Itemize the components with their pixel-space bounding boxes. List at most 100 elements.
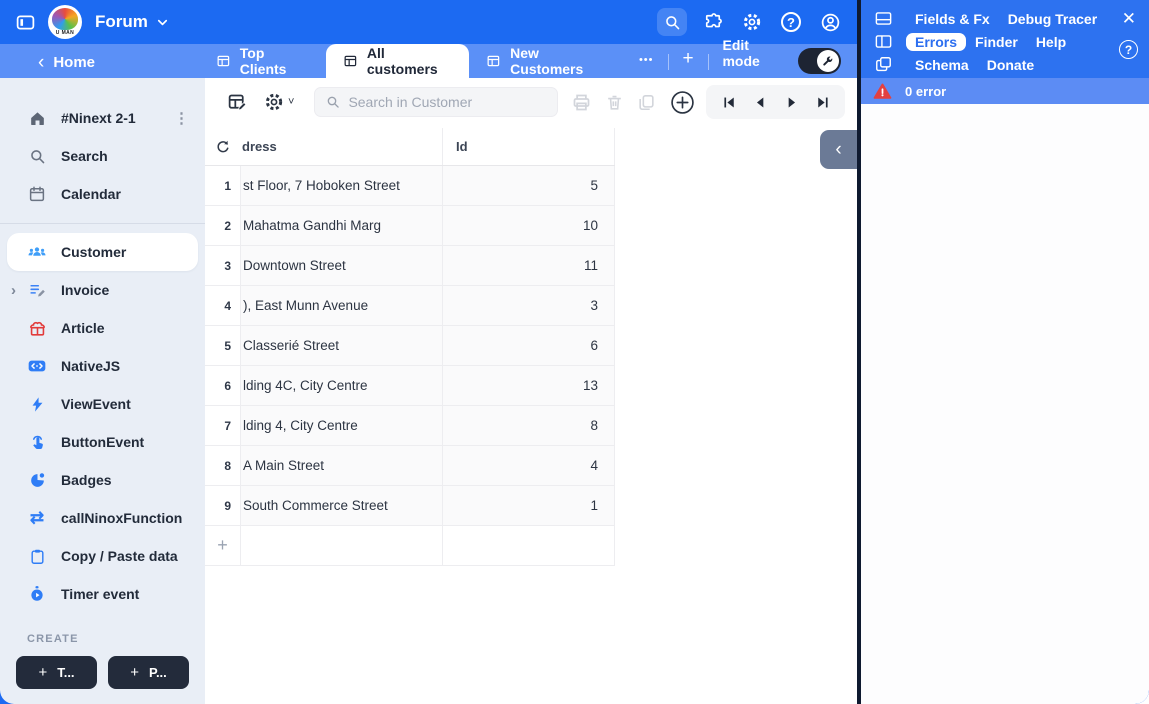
- table-row[interactable]: 7 lding 4, City Centre 8: [205, 406, 615, 446]
- table-row[interactable]: 9 South Commerce Street 1: [205, 486, 615, 526]
- trash-icon[interactable]: [605, 93, 624, 112]
- print-icon[interactable]: [571, 92, 592, 113]
- workspace-name[interactable]: Forum: [95, 12, 148, 32]
- next-record-icon[interactable]: [780, 94, 802, 111]
- refresh-icon[interactable]: [205, 128, 240, 165]
- debug-panel: Fields & Fx Debug Tracer Errors Finder H…: [861, 0, 1149, 704]
- back-home-button[interactable]: ‹ Home: [38, 53, 96, 72]
- edit-mode-toggle[interactable]: [798, 48, 841, 74]
- sidebar-item-invoice[interactable]: › Invoice: [0, 271, 205, 309]
- tab-all-customers[interactable]: All customers: [326, 44, 470, 78]
- table-row[interactable]: 3 Downtown Street 11: [205, 246, 615, 286]
- sidebar-item-copy-paste-data[interactable]: Copy / Paste data: [0, 537, 205, 575]
- table-row[interactable]: 4 ), East Munn Avenue 3: [205, 286, 615, 326]
- create-section-label: CREATE: [27, 633, 79, 645]
- divider: [707, 54, 709, 70]
- sidebar-item-timer-event[interactable]: Timer event: [0, 575, 205, 613]
- view-settings-gear-icon[interactable]: ˅: [264, 92, 294, 112]
- column-header-address[interactable]: dress: [240, 128, 443, 165]
- sidebar: #Ninext 2-1 ⋮ Search Calendar Customer ›…: [0, 78, 205, 704]
- sidebar-item-calendar[interactable]: Calendar: [0, 175, 205, 213]
- add-row[interactable]: +: [205, 526, 615, 566]
- debug-panel-header: Fields & Fx Debug Tracer Errors Finder H…: [861, 0, 1149, 78]
- grid-header: dress Id: [205, 128, 615, 166]
- column-header-id[interactable]: Id: [443, 128, 615, 165]
- tab-new-customers[interactable]: New Customers: [469, 44, 625, 78]
- data-grid: dress Id 1 st Floor, 7 Hoboken Street 5 …: [205, 128, 615, 566]
- workspace-logo[interactable]: U MAN: [48, 5, 82, 39]
- error-count-label: 0 error: [905, 83, 947, 99]
- table-view-icon: [487, 55, 500, 67]
- search-icon[interactable]: [657, 8, 687, 36]
- sidebar-item-badges[interactable]: Badges: [0, 461, 205, 499]
- add-tab-icon[interactable]: +: [682, 48, 693, 70]
- table-toolbar: ˅: [205, 78, 857, 126]
- create-table-button[interactable]: + T...: [16, 656, 97, 689]
- floating-window-icon[interactable]: [872, 55, 906, 74]
- sidebar-toggle-icon[interactable]: [12, 9, 38, 35]
- create-page-button[interactable]: + P...: [108, 656, 189, 689]
- article-basket-icon: [27, 319, 47, 338]
- edit-mode-label: Edit mode: [722, 37, 760, 69]
- menu-help[interactable]: Help: [1027, 33, 1075, 51]
- close-icon[interactable]: ✕: [1122, 9, 1136, 29]
- sidebar-item-database[interactable]: #Ninext 2-1 ⋮: [0, 99, 205, 137]
- chevron-down-icon[interactable]: [155, 15, 170, 30]
- first-record-icon[interactable]: [718, 94, 740, 111]
- menu-debug-tracer[interactable]: Debug Tracer: [999, 10, 1106, 28]
- last-record-icon[interactable]: [811, 94, 833, 111]
- left-zone: U MAN Forum ? ‹ Home Top Clients All cus…: [0, 0, 861, 704]
- previous-record-icon[interactable]: [749, 94, 771, 111]
- search-input[interactable]: [348, 94, 539, 110]
- settings-gear-icon[interactable]: [739, 9, 765, 35]
- table-row[interactable]: 8 A Main Street 4: [205, 446, 615, 486]
- help-icon[interactable]: ?: [778, 9, 804, 35]
- table-row[interactable]: 1 st Floor, 7 Hoboken Street 5: [205, 166, 615, 206]
- add-record-icon[interactable]: [670, 90, 695, 115]
- more-tabs-icon[interactable]: •••: [639, 54, 654, 66]
- account-icon[interactable]: [817, 9, 843, 35]
- sidebar-item-customer[interactable]: Customer: [7, 233, 198, 271]
- collapse-panel-handle[interactable]: ‹: [820, 130, 857, 169]
- split-vertical-icon[interactable]: [872, 32, 906, 51]
- panel-help-icon[interactable]: ?: [1119, 40, 1138, 59]
- table-row[interactable]: 6 lding 4C, City Centre 13: [205, 366, 615, 406]
- split-horizontal-icon[interactable]: [872, 9, 906, 28]
- sidebar-item-buttonevent[interactable]: ButtonEvent: [0, 423, 205, 461]
- create-buttons: + T... + P...: [16, 656, 205, 689]
- sidebar-item-article[interactable]: Article: [0, 309, 205, 347]
- topbar-actions: ?: [657, 8, 843, 36]
- tab-top-clients[interactable]: Top Clients: [199, 44, 326, 78]
- chevron-down-icon: ˅: [288, 96, 295, 108]
- body-row: #Ninext 2-1 ⋮ Search Calendar Customer ›…: [0, 78, 857, 704]
- extensions-puzzle-icon[interactable]: [700, 9, 726, 35]
- menu-finder[interactable]: Finder: [966, 33, 1027, 51]
- tabbar: ‹ Home Top Clients All customers New Cus…: [0, 37, 857, 78]
- pie-badge-icon: [27, 471, 47, 490]
- timer-icon: [27, 585, 47, 603]
- menu-errors[interactable]: Errors: [906, 32, 967, 51]
- sidebar-item-viewevent[interactable]: ViewEvent: [0, 385, 205, 423]
- menu-schema[interactable]: Schema: [906, 56, 978, 74]
- edit-table-icon[interactable]: [227, 92, 248, 113]
- expander-chevron-icon[interactable]: ›: [11, 282, 16, 299]
- table-row[interactable]: 5 Classerié Street 6: [205, 326, 615, 366]
- sidebar-item-callninoxfunction[interactable]: ⇄ callNinoxFunction: [0, 499, 205, 537]
- search-box[interactable]: [314, 87, 559, 117]
- add-row-plus-icon[interactable]: +: [205, 526, 240, 565]
- duplicate-icon[interactable]: [637, 93, 656, 112]
- record-navigation: [706, 85, 845, 119]
- logo-artwork: [52, 8, 78, 30]
- menu-fields-fx[interactable]: Fields & Fx: [906, 10, 999, 28]
- kebab-menu-icon[interactable]: ⋮: [174, 109, 189, 127]
- table-row[interactable]: 2 Mahatma Gandhi Marg 10: [205, 206, 615, 246]
- calendar-icon: [27, 185, 47, 203]
- sidebar-item-nativejs[interactable]: NativeJS: [0, 347, 205, 385]
- people-icon: [27, 242, 47, 262]
- table-view-icon: [344, 55, 357, 67]
- sidebar-item-search[interactable]: Search: [0, 137, 205, 175]
- logo-caption: U MAN: [55, 30, 75, 36]
- lightning-bolt-icon: [27, 396, 47, 413]
- menu-donate[interactable]: Donate: [978, 56, 1043, 74]
- home-label: Home: [53, 54, 96, 71]
